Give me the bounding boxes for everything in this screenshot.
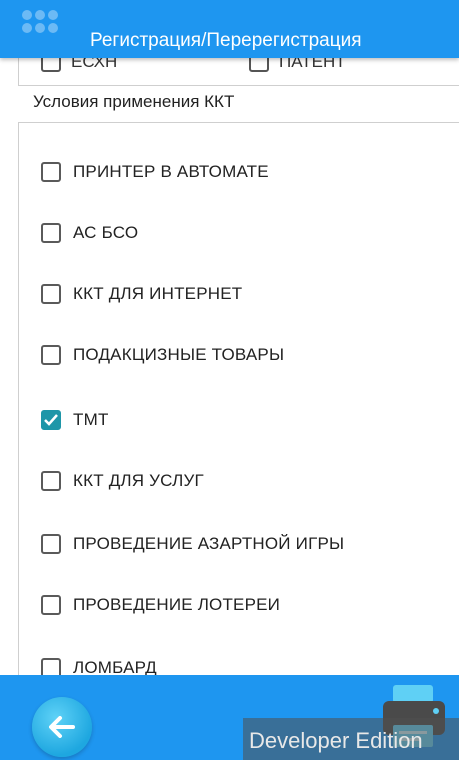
checkbox[interactable] <box>41 284 61 304</box>
developer-edition-watermark: Developer Edition <box>243 718 459 760</box>
app-menu-icon[interactable] <box>22 10 72 46</box>
option-excise-goods[interactable]: ПОДАКЦИЗНЫЕ ТОВАРЫ <box>41 340 284 370</box>
option-label: ПРОВЕДЕНИЕ АЗАРТНОЙ ИГРЫ <box>73 534 345 553</box>
option-kkt-internet[interactable]: ККТ ДЛЯ ИНТЕРНЕТ <box>41 279 242 309</box>
app-bar: Регистрация/Перерегистрация <box>0 0 459 58</box>
kkt-conditions-list: ПРИНТЕР В АВТОМАТЕ АС БСО ККТ ДЛЯ ИНТЕРН… <box>18 122 459 675</box>
checkbox[interactable] <box>41 410 61 430</box>
option-as-bso[interactable]: АС БСО <box>41 218 138 248</box>
arrow-left-icon <box>49 716 75 738</box>
checkbox[interactable] <box>41 223 61 243</box>
checkbox[interactable] <box>41 471 61 491</box>
option-label: ПРОВЕДЕНИЕ ЛОТЕРЕИ <box>73 595 281 614</box>
option-label: ККТ ДЛЯ УСЛУГ <box>73 471 204 490</box>
option-label: ПОДАКЦИЗНЫЕ ТОВАРЫ <box>73 345 285 364</box>
option-gambling[interactable]: ПРОВЕДЕНИЕ АЗАРТНОЙ ИГРЫ <box>41 529 344 559</box>
option-label: ККТ ДЛЯ ИНТЕРНЕТ <box>73 284 243 303</box>
option-tmt[interactable]: ТМТ <box>41 405 109 435</box>
section-title: Условия применения ККТ <box>33 92 235 111</box>
page-title: Регистрация/Перерегистрация <box>90 30 362 51</box>
option-printer-in-machine[interactable]: ПРИНТЕР В АВТОМАТЕ <box>41 157 269 187</box>
checkbox[interactable] <box>41 595 61 615</box>
checkbox[interactable] <box>41 162 61 182</box>
option-label: ЛОМБАРД <box>73 658 157 675</box>
option-label: АС БСО <box>73 223 139 242</box>
checkbox[interactable] <box>41 534 61 554</box>
option-kkt-services[interactable]: ККТ ДЛЯ УСЛУГ <box>41 466 204 496</box>
checkbox[interactable] <box>41 658 61 675</box>
option-lottery[interactable]: ПРОВЕДЕНИЕ ЛОТЕРЕИ <box>41 590 280 620</box>
back-button[interactable] <box>32 697 92 757</box>
option-label: ТМТ <box>73 410 109 429</box>
option-label: ПРИНТЕР В АВТОМАТЕ <box>73 162 269 181</box>
option-pawnshop[interactable]: ЛОМБАРД <box>41 653 157 675</box>
checkbox[interactable] <box>41 345 61 365</box>
